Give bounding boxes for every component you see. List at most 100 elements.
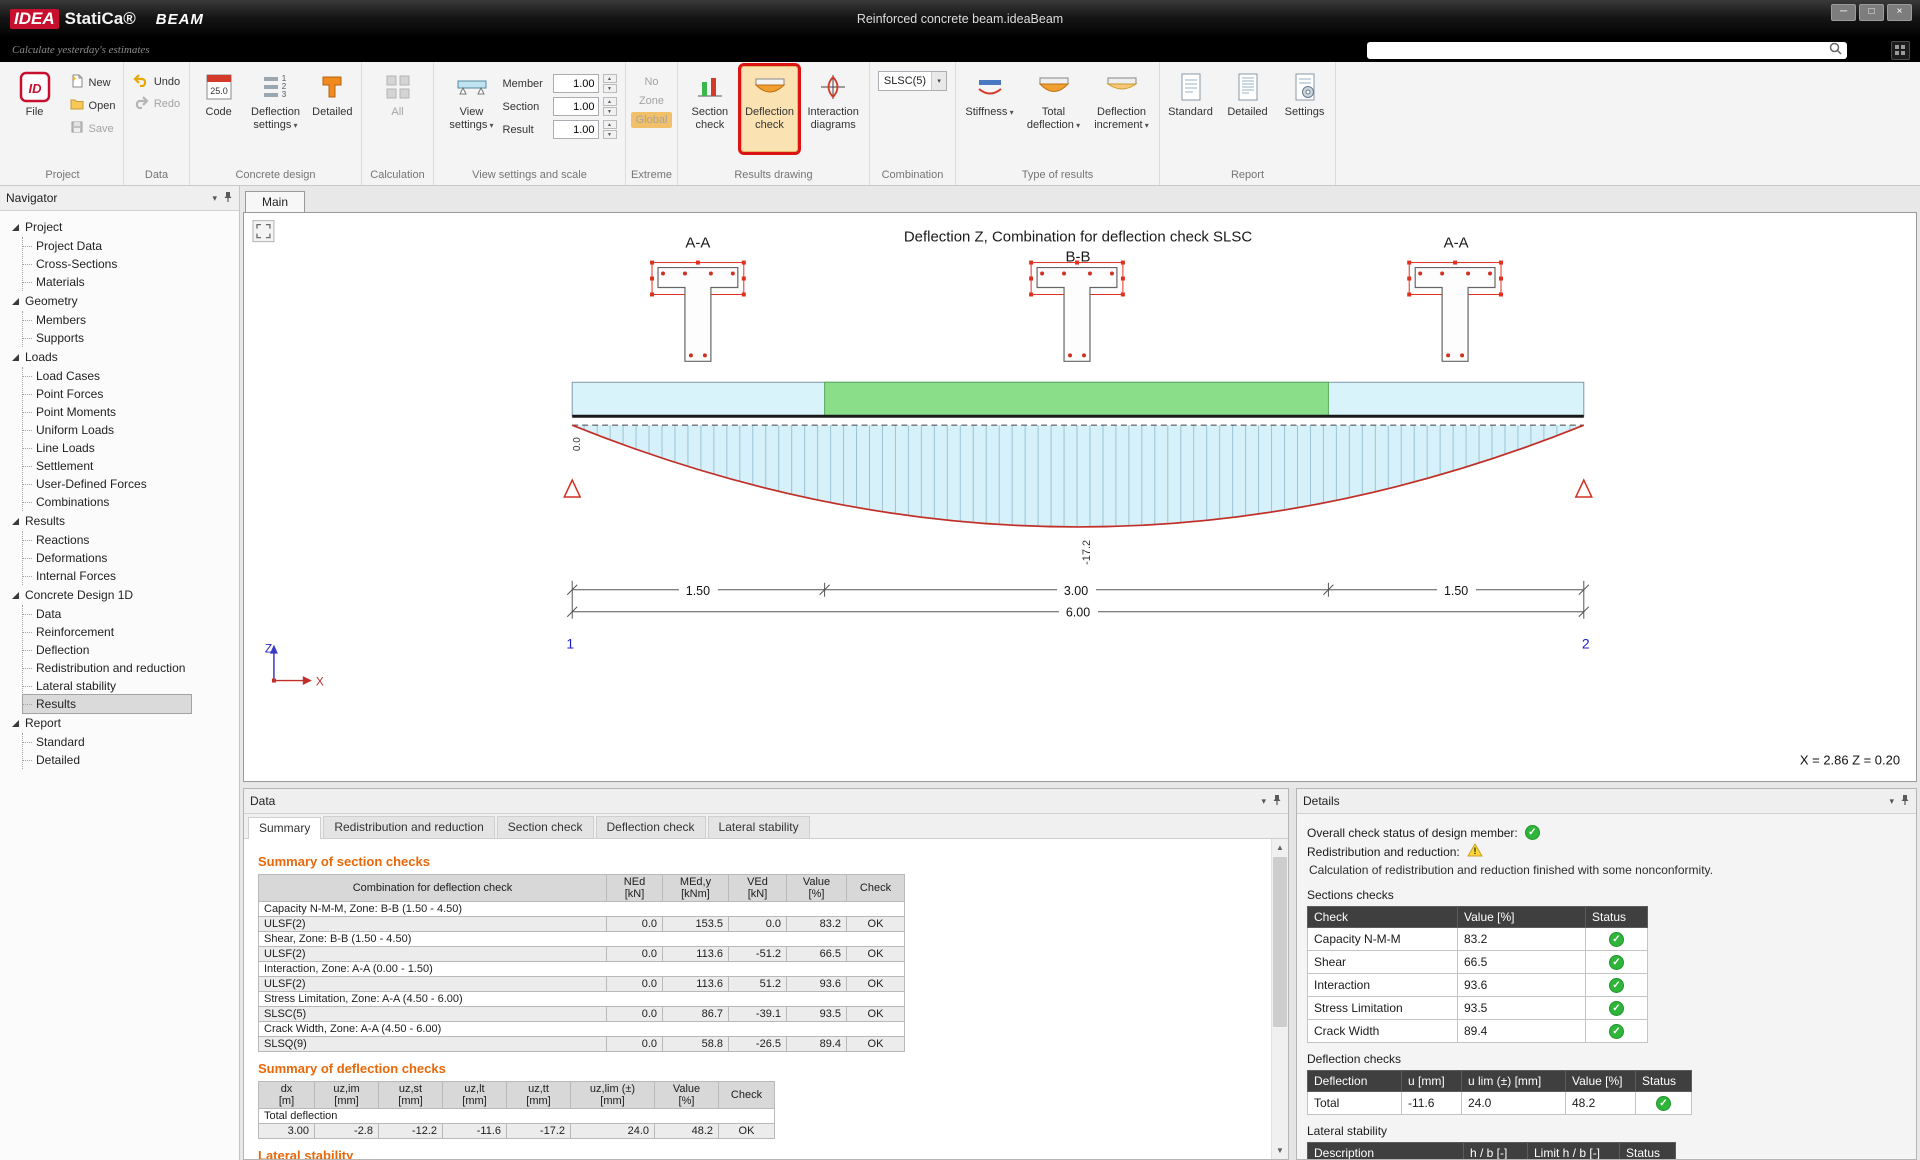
navigator-section-report[interactable]: Report <box>8 713 239 733</box>
chevron-down-icon[interactable] <box>1889 796 1894 807</box>
deflection-check-button[interactable]: Deflection check <box>741 66 799 152</box>
model-view-canvas[interactable]: Deflection Z, Combination for deflection… <box>244 213 1916 781</box>
tab-lateral-stability[interactable]: Lateral stability <box>708 816 810 838</box>
navigator-item-deformations[interactable]: Deformations <box>23 549 191 567</box>
panel-options-button[interactable] <box>1891 41 1910 60</box>
ribbon-group-label: Concrete design <box>190 167 361 185</box>
extreme-global-option[interactable]: Global <box>631 112 673 128</box>
tab-section-check[interactable]: Section check <box>497 816 594 838</box>
navigator-item-line-loads[interactable]: Line Loads <box>23 439 191 457</box>
navigator-item-point-moments[interactable]: Point Moments <box>23 403 191 421</box>
open-button[interactable]: Open <box>66 96 120 115</box>
navigator-item-combinations[interactable]: Combinations <box>23 493 191 511</box>
navigator-item-internal-forces[interactable]: Internal Forces <box>23 567 191 585</box>
undo-button[interactable]: Undo <box>129 73 184 91</box>
tab-summary[interactable]: Summary <box>248 817 321 839</box>
scrollbar-thumb[interactable] <box>1273 857 1287 1027</box>
navigator-item-load-cases[interactable]: Load Cases <box>23 367 191 385</box>
minimize-button[interactable]: ─ <box>1831 4 1856 21</box>
search-input[interactable] <box>1372 43 1829 58</box>
lateral-stability-subheading: Lateral stability <box>1307 1124 1906 1138</box>
report-settings-button[interactable]: Settings <box>1277 66 1332 152</box>
stepper-up-icon[interactable] <box>603 97 617 106</box>
navigator-item-data[interactable]: Data <box>23 605 191 623</box>
navigator-item-lateral-stability[interactable]: Lateral stability <box>23 677 191 695</box>
node-label-2: 2 <box>1582 636 1590 652</box>
code-button[interactable]: 25.0 Code <box>193 66 244 152</box>
detailed-concrete-button[interactable]: Detailed <box>307 66 358 152</box>
section-check-button[interactable]: Section check <box>681 66 739 152</box>
navigator-item-detailed[interactable]: Detailed <box>23 751 191 769</box>
section-scale-input[interactable] <box>553 97 599 116</box>
save-button[interactable]: Save <box>66 119 120 138</box>
report-detailed-button[interactable]: Detailed <box>1220 66 1275 152</box>
navigator-section-concrete-design-1d[interactable]: Concrete Design 1D <box>8 585 239 605</box>
chevron-down-icon[interactable] <box>212 193 217 204</box>
report-standard-button[interactable]: Standard <box>1163 66 1218 152</box>
cross-section[interactable] <box>1407 261 1503 362</box>
navigator-item-members[interactable]: Members <box>23 311 191 329</box>
fit-view-button[interactable] <box>253 221 274 242</box>
extreme-zone-option[interactable]: Zone <box>631 93 673 109</box>
total-deflection-button[interactable]: Total deflection <box>1021 66 1087 152</box>
navigator-item-reactions[interactable]: Reactions <box>23 531 191 549</box>
navigator-item-uniform-loads[interactable]: Uniform Loads <box>23 421 191 439</box>
vertical-scrollbar[interactable] <box>1271 839 1288 1159</box>
navigator-section-results[interactable]: Results <box>8 511 239 531</box>
support-deflection-value: 0.0 <box>572 437 583 451</box>
navigator-item-user-defined-forces[interactable]: User-Defined Forces <box>23 475 191 493</box>
maximize-button[interactable]: □ <box>1859 4 1884 21</box>
cross-section[interactable] <box>650 261 746 362</box>
navigator-item-redistribution-and-reduction[interactable]: Redistribution and reduction <box>23 659 191 677</box>
view-settings-button[interactable]: View settings <box>443 66 501 152</box>
stepper-down-icon[interactable] <box>603 84 617 93</box>
navigator-item-supports[interactable]: Supports <box>23 329 191 347</box>
result-scale-input[interactable] <box>553 120 599 139</box>
section-check-icon <box>695 70 725 104</box>
scroll-down-icon[interactable] <box>1272 1142 1288 1159</box>
navigator-section-geometry[interactable]: Geometry <box>8 291 239 311</box>
navigator-item-results[interactable]: Results <box>23 695 191 713</box>
interaction-diagrams-button[interactable]: Interaction diagrams <box>800 66 866 152</box>
navigator-item-standard[interactable]: Standard <box>23 733 191 751</box>
navigator-section-project[interactable]: Project <box>8 217 239 237</box>
combination-select[interactable]: SLSC(5) <box>878 71 947 91</box>
navigator-item-materials[interactable]: Materials <box>23 273 191 291</box>
navigator-item-reinforcement[interactable]: Reinforcement <box>23 623 191 641</box>
close-button[interactable]: × <box>1887 4 1912 21</box>
search-box[interactable] <box>1367 42 1847 59</box>
stepper-up-icon[interactable] <box>603 120 617 129</box>
navigator-item-settlement[interactable]: Settlement <box>23 457 191 475</box>
tab-redistribution-and-reduction[interactable]: Redistribution and reduction <box>323 816 494 838</box>
new-button[interactable]: New <box>66 73 120 92</box>
pin-icon[interactable] <box>1272 794 1282 809</box>
chevron-down-icon[interactable] <box>1261 796 1266 807</box>
member-scale-input[interactable] <box>553 74 599 93</box>
navigator-item-project-data[interactable]: Project Data <box>23 237 191 255</box>
panel-splitter[interactable] <box>1289 788 1296 1160</box>
deflection-settings-button[interactable]: 123 Deflection settings <box>246 66 304 152</box>
status-ok-icon: ✓ <box>1609 1001 1624 1016</box>
redo-button[interactable]: Redo <box>129 95 184 113</box>
navigator-item-point-forces[interactable]: Point Forces <box>23 385 191 403</box>
search-icon[interactable] <box>1829 42 1842 58</box>
pin-icon[interactable] <box>223 191 233 206</box>
stepper-down-icon[interactable] <box>603 107 617 116</box>
extreme-no-option[interactable]: No <box>631 74 673 90</box>
pin-icon[interactable] <box>1900 794 1910 809</box>
chevron-down-icon[interactable] <box>931 72 946 90</box>
tab-deflection-check[interactable]: Deflection check <box>596 816 706 838</box>
calculate-all-button[interactable]: All <box>369 66 427 152</box>
file-button[interactable]: ID File <box>6 66 64 152</box>
navigator-section-loads[interactable]: Loads <box>8 347 239 367</box>
scroll-up-icon[interactable] <box>1272 839 1288 856</box>
tab-main[interactable]: Main <box>245 191 305 212</box>
stepper-up-icon[interactable] <box>603 74 617 83</box>
deflection-increment-button[interactable]: Deflection increment <box>1089 66 1155 152</box>
cross-section[interactable] <box>1029 261 1125 362</box>
stepper-down-icon[interactable] <box>603 130 617 139</box>
navigator-item-deflection[interactable]: Deflection <box>23 641 191 659</box>
stiffness-button[interactable]: Stiffness <box>961 66 1019 152</box>
navigator-item-cross-sections[interactable]: Cross-Sections <box>23 255 191 273</box>
document-detailed-icon <box>1235 70 1261 104</box>
